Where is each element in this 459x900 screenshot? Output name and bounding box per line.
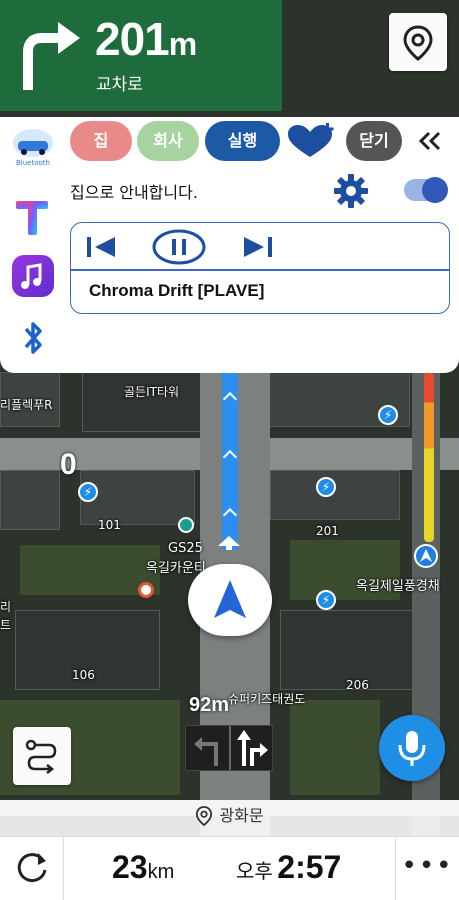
- next-track-button[interactable]: [236, 229, 276, 265]
- map-pin-icon: [403, 25, 433, 61]
- turn-distance-value: 201: [95, 13, 170, 65]
- ev-charger-icon[interactable]: ⚡: [316, 590, 336, 610]
- location-pin-icon: [196, 806, 213, 827]
- settings-gear-icon[interactable]: [331, 171, 371, 211]
- convenience-store-icon[interactable]: [178, 517, 194, 533]
- ev-charger-icon[interactable]: ⚡: [78, 482, 98, 502]
- arrival-time-value: 2:57: [277, 849, 342, 885]
- collapse-panel-button[interactable]: [412, 123, 448, 159]
- bluetooth-car-icon[interactable]: Bluetooth: [10, 123, 56, 167]
- traffic-bar: [424, 372, 434, 542]
- previous-track-button[interactable]: [83, 229, 123, 265]
- map-label-building: 201: [316, 524, 339, 538]
- map-label-building: 206: [346, 678, 369, 692]
- close-button[interactable]: 닫기: [346, 121, 402, 161]
- navigation-arrow-icon: [214, 580, 246, 618]
- work-shortcut-button[interactable]: 회사: [137, 121, 199, 161]
- bluetooth-icon[interactable]: [10, 317, 56, 361]
- microphone-icon: [398, 731, 426, 766]
- map-building: [80, 470, 195, 525]
- app-shortcut-panel: Bluetooth 집 회사 실행 닫기 집으로 안내합니다. Chroma D…: [0, 117, 459, 373]
- route-icon: [25, 739, 57, 774]
- destination-pin-icon[interactable]: [414, 544, 438, 568]
- map-label-poi: 슈퍼키즈태권도: [228, 692, 306, 706]
- route-options-button[interactable]: [13, 727, 71, 785]
- map-building: [82, 372, 202, 432]
- voice-command-button[interactable]: [379, 715, 445, 781]
- map-label-poi: 옥길제일풍경채: [356, 579, 440, 594]
- refresh-route-button[interactable]: [0, 837, 64, 900]
- map-label-building: 101: [98, 518, 121, 532]
- favorite-add-button[interactable]: [284, 121, 340, 161]
- map-label-poi: GS25: [168, 541, 203, 556]
- current-location-marker: [188, 564, 272, 636]
- guide-message: 집으로 안내합니다.: [70, 183, 198, 202]
- current-road-name: 광화문: [219, 806, 264, 825]
- more-menu-button[interactable]: •••: [395, 837, 459, 900]
- home-shortcut-button[interactable]: 집: [70, 121, 132, 161]
- map-label-number: 0: [60, 448, 77, 481]
- map-building: [270, 470, 400, 520]
- turn-road-name: 교차로: [96, 75, 143, 95]
- ev-charger-icon[interactable]: ⚡: [316, 477, 336, 497]
- remaining-distance: 23km: [112, 849, 174, 886]
- current-road-bar: 광화문: [0, 800, 459, 836]
- arrival-ampm: 오후: [236, 861, 273, 883]
- svg-text:Bluetooth: Bluetooth: [16, 159, 50, 167]
- music-app-icon[interactable]: [10, 255, 56, 299]
- map-label-building: 106: [72, 668, 95, 682]
- map-label-building: 리플렉푸R: [0, 398, 53, 412]
- side-app-icons: Bluetooth: [0, 117, 64, 373]
- map-label-building: 리: [0, 600, 12, 614]
- lane-guide-distance: 92m: [189, 694, 230, 716]
- turn-guidance-banner[interactable]: 201m 교차로: [0, 0, 282, 111]
- map-label-building: 트: [0, 618, 12, 632]
- ev-charger-icon[interactable]: ⚡: [378, 405, 398, 425]
- run-button[interactable]: 실행: [205, 121, 280, 161]
- turn-right-arrow-icon: [23, 22, 80, 90]
- double-chevron-left-icon: [418, 131, 441, 151]
- map-building: [0, 470, 60, 530]
- t-app-icon[interactable]: [10, 195, 56, 239]
- turn-distance: 201m: [95, 12, 197, 66]
- auto-run-toggle[interactable]: [404, 177, 448, 203]
- arrival-time: 오후 2:57: [236, 849, 341, 886]
- poi-marker[interactable]: [138, 582, 154, 598]
- track-title: Chroma Drift [PLAVE]: [89, 281, 265, 300]
- route-line: [222, 372, 238, 550]
- bottom-info-bar: 23km 오후 2:57 •••: [0, 836, 459, 900]
- departure-arrow-icon: [218, 536, 240, 550]
- location-pin-button[interactable]: [389, 13, 447, 71]
- turn-distance-unit: m: [168, 26, 197, 62]
- lane-guidance: [185, 725, 273, 771]
- remaining-distance-unit: km: [147, 861, 175, 883]
- pause-button[interactable]: [151, 229, 207, 265]
- remaining-distance-value: 23: [112, 849, 148, 885]
- media-player: Chroma Drift [PLAVE]: [70, 222, 450, 314]
- player-divider: [71, 269, 449, 271]
- map-green-area: [290, 700, 380, 795]
- refresh-icon: [17, 853, 47, 883]
- map-label-building: 골든IT타워: [124, 385, 180, 399]
